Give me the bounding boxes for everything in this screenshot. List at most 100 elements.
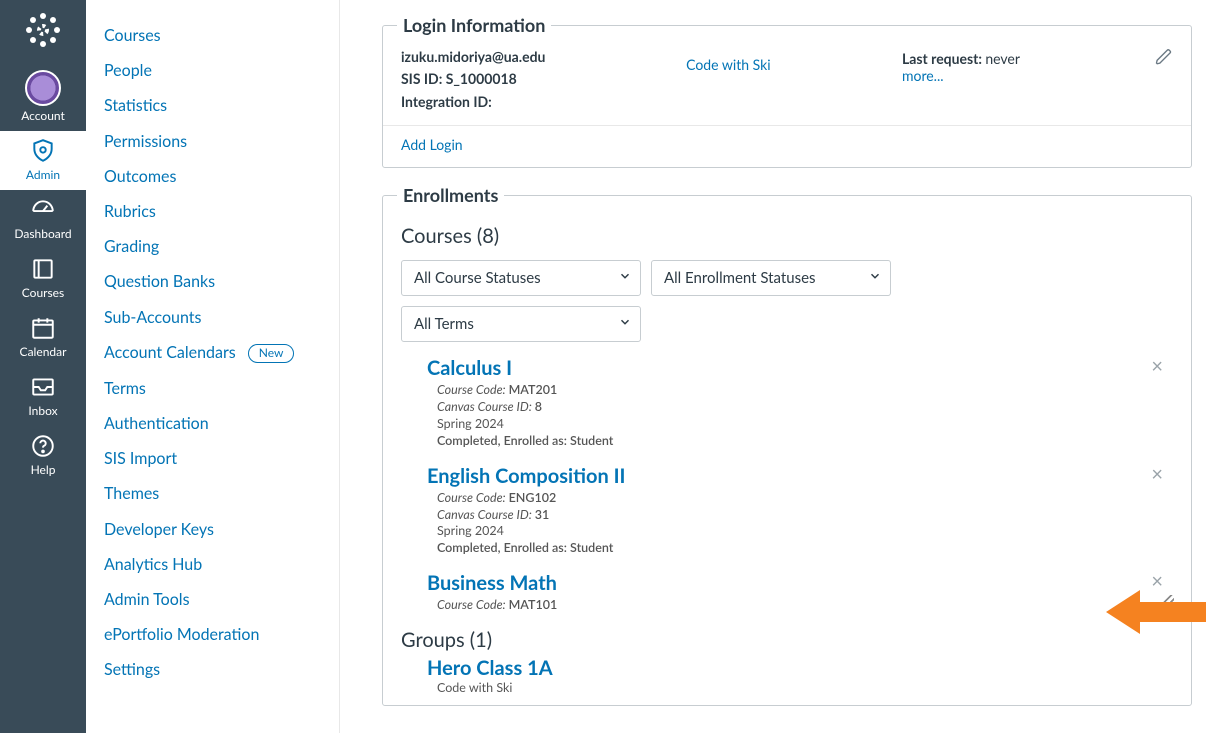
enrollment-status-value: All Enrollment Statuses — [664, 269, 816, 287]
group-sub: Code with Ski — [437, 680, 1173, 695]
course-code-label: Course Code: — [437, 490, 509, 505]
main-content: Login Information izuku.midoriya@ua.edu … — [360, 0, 1214, 722]
sis-id-value: S_1000018 — [446, 70, 517, 87]
canvas-id-label: Canvas Course ID: — [437, 399, 535, 414]
nav-admin[interactable]: Admin — [0, 131, 86, 190]
course-item: × English Composition II Course Code: EN… — [401, 460, 1167, 568]
course-status-select[interactable]: All Course Statuses — [401, 260, 641, 296]
nav-calendar[interactable]: Calendar — [0, 308, 86, 367]
canvas-id: 31 — [535, 507, 550, 522]
canvas-logo-icon — [23, 10, 63, 50]
subnav-themes[interactable]: Themes — [104, 476, 321, 511]
last-request-label: Last request: — [902, 50, 985, 67]
avatar-icon — [25, 70, 61, 106]
arrow-icon — [1106, 586, 1206, 638]
login-email: izuku.midoriya@ua.edu — [401, 46, 678, 68]
course-code-label: Course Code: — [437, 597, 509, 612]
course-item: × Calculus I Course Code: MAT201 Canvas … — [401, 352, 1167, 460]
subnav-grading[interactable]: Grading — [104, 229, 321, 264]
add-login-link[interactable]: Add Login — [401, 136, 463, 153]
course-term: Spring 2024 — [437, 416, 504, 431]
groups-heading: Groups (1) — [401, 628, 1173, 652]
course-item: × Business Math Course Code: MAT101 Canv… — [401, 567, 1167, 612]
last-request-value: never — [985, 50, 1020, 67]
nav-account-label: Account — [21, 108, 65, 123]
subnav-sis-import[interactable]: SIS Import — [104, 441, 321, 476]
login-identity: izuku.midoriya@ua.edu SIS ID: S_1000018 … — [401, 46, 678, 113]
nav-account[interactable]: Account — [0, 64, 86, 131]
chevron-down-icon — [618, 315, 632, 333]
subnav-settings[interactable]: Settings — [104, 652, 321, 687]
courses-list[interactable]: × Calculus I Course Code: MAT201 Canvas … — [401, 352, 1173, 612]
new-badge: New — [248, 344, 295, 362]
nav-dashboard[interactable]: Dashboard — [0, 190, 86, 249]
subnav-sub-accounts[interactable]: Sub-Accounts — [104, 300, 321, 335]
subnav-terms[interactable]: Terms — [104, 371, 321, 406]
subnav-outcomes[interactable]: Outcomes — [104, 159, 321, 194]
nav-dashboard-label: Dashboard — [14, 226, 71, 241]
inbox-icon — [29, 373, 57, 401]
admin-icon — [29, 137, 57, 165]
nav-inbox[interactable]: Inbox — [0, 367, 86, 426]
canvas-id: 8 — [535, 399, 542, 414]
enrollments-legend: Enrollments — [397, 184, 504, 206]
nav-help-label: Help — [31, 462, 56, 477]
calendar-icon — [29, 314, 57, 342]
subnav-question-banks[interactable]: Question Banks — [104, 264, 321, 299]
group-link[interactable]: Hero Class 1A — [427, 656, 553, 680]
integration-id-label: Integration ID: — [401, 91, 678, 113]
subnav-developer-keys[interactable]: Developer Keys — [104, 512, 321, 547]
canvas-logo[interactable] — [23, 10, 63, 50]
subnav-account-calendars[interactable]: Account Calendars New — [104, 335, 321, 371]
nav-courses-label: Courses — [22, 285, 64, 300]
enrollment-status-select[interactable]: All Enrollment Statuses — [651, 260, 891, 296]
more-link[interactable]: more... — [902, 67, 944, 84]
sis-id-label: SIS ID: — [401, 70, 446, 87]
course-code: MAT201 — [509, 382, 558, 397]
courses-heading: Courses (8) — [401, 224, 1173, 248]
annotation-arrow — [1106, 586, 1206, 641]
nav-calendar-label: Calendar — [20, 344, 67, 359]
enrollment-filters: All Course Statuses All Enrollment Statu… — [401, 260, 1173, 296]
course-code: MAT101 — [509, 597, 558, 612]
help-icon — [29, 432, 57, 460]
login-information-card: Login Information izuku.midoriya@ua.edu … — [382, 14, 1192, 168]
dashboard-icon — [29, 196, 57, 224]
subnav-rubrics[interactable]: Rubrics — [104, 194, 321, 229]
course-code-label: Course Code: — [437, 382, 509, 397]
course-link[interactable]: Calculus I — [427, 356, 512, 380]
nav-inbox-label: Inbox — [28, 403, 57, 418]
courses-icon — [29, 255, 57, 283]
pencil-icon — [1155, 48, 1173, 66]
subnav-statistics[interactable]: Statistics — [104, 88, 321, 123]
subnav-analytics-hub[interactable]: Analytics Hub — [104, 547, 321, 582]
edit-login-button[interactable] — [1141, 46, 1173, 69]
term-select[interactable]: All Terms — [401, 306, 641, 342]
term-value: All Terms — [414, 315, 474, 333]
subnav-account-calendars-label: Account Calendars — [104, 343, 236, 362]
nav-admin-label: Admin — [26, 167, 60, 182]
subnav-admin-tools[interactable]: Admin Tools — [104, 582, 321, 617]
course-term: Spring 2024 — [437, 523, 504, 538]
course-status: Completed, Enrolled as: Student — [437, 433, 613, 448]
unenroll-button[interactable]: × — [1151, 462, 1163, 486]
enrollments-card: Enrollments Courses (8) All Course Statu… — [382, 184, 1192, 706]
login-legend: Login Information — [397, 14, 551, 36]
subnav-courses[interactable]: Courses — [104, 18, 321, 53]
course-link[interactable]: English Composition II — [427, 464, 625, 488]
nav-help[interactable]: Help — [0, 426, 86, 485]
nav-courses[interactable]: Courses — [0, 249, 86, 308]
login-provider-link[interactable]: Code with Ski — [686, 56, 770, 73]
canvas-id-label: Canvas Course ID: — [437, 507, 535, 522]
course-status: Completed, Enrolled as: Student — [437, 540, 613, 555]
course-status-value: All Course Statuses — [414, 269, 541, 287]
subnav-eportfolio[interactable]: ePortfolio Moderation — [104, 617, 321, 652]
subnav-people[interactable]: People — [104, 53, 321, 88]
subnav-permissions[interactable]: Permissions — [104, 124, 321, 159]
chevron-down-icon — [868, 269, 882, 287]
course-code: ENG102 — [509, 490, 557, 505]
unenroll-button[interactable]: × — [1151, 354, 1163, 378]
group-item: Hero Class 1A Code with Ski — [401, 656, 1173, 695]
course-link[interactable]: Business Math — [427, 571, 557, 595]
subnav-authentication[interactable]: Authentication — [104, 406, 321, 441]
